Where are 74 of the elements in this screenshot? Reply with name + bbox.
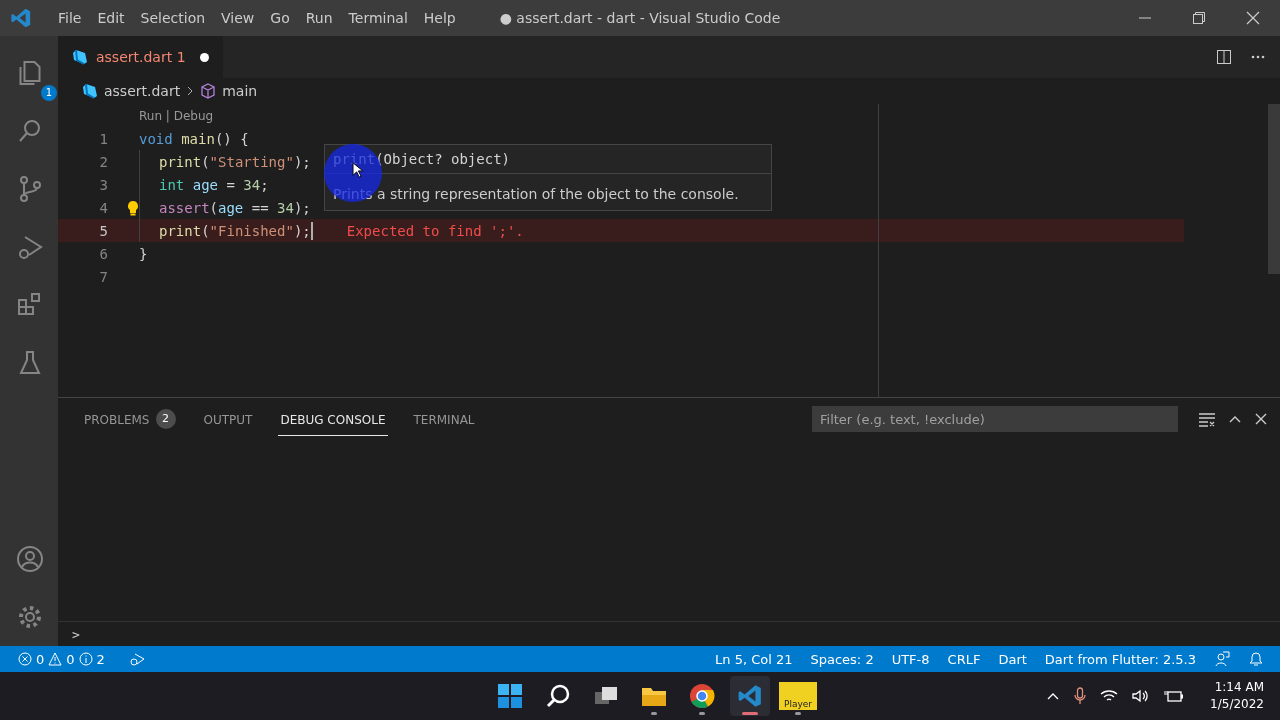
warning-icon [48,652,63,666]
panel-tab[interactable]: DEBUG CONSOLE [278,402,388,436]
close-icon[interactable] [1254,412,1268,426]
chevron-right-icon [186,85,195,97]
dart-icon [82,83,98,99]
bell-icon[interactable] [1248,651,1264,667]
microphone-icon[interactable] [1074,687,1087,705]
line-number: 3 [98,176,108,193]
code-line: print("Starting"); [159,153,311,170]
panel-tab[interactable]: TERMINAL [411,402,477,436]
breadcrumb-item[interactable]: main [222,83,258,99]
status-item[interactable]: Ln 5, Col 21 [715,651,793,667]
notification-badge: 1 [41,85,57,101]
code-line: assert(age == 34); [159,199,311,216]
count-badge: 2 [155,409,176,429]
menu-item[interactable]: Terminal [340,10,416,26]
browser-icon[interactable] [689,683,715,709]
code-line: } [139,245,148,262]
menu-item[interactable]: File [50,10,90,26]
app-logo-icon[interactable] [737,683,763,709]
line-number: 5 [98,222,108,239]
start-icon[interactable] [497,683,523,709]
editor-tab[interactable]: assert.dart 1 [58,36,223,78]
code-line: void main() { [139,130,249,147]
console-prompt[interactable]: > [72,626,80,642]
problems-status[interactable]: 0 0 2 [18,651,105,667]
battery-icon[interactable] [1164,689,1185,703]
menu-item[interactable]: Run [297,10,341,26]
chevron-up-icon[interactable] [1046,691,1061,701]
clock-time[interactable]: 1:14 AM [1214,679,1264,696]
line-number: 4 [98,199,108,216]
status-item[interactable]: UTF-8 [891,651,930,667]
line-number: 1 [98,130,108,147]
close-icon[interactable] [1246,11,1260,25]
debug-icon[interactable] [128,652,145,666]
info-icon [78,652,93,666]
window-title: ● assert.dart - dart - Visual Studio Code [499,10,781,26]
menu-item[interactable]: View [213,10,263,26]
menu-item[interactable]: Selection [132,10,214,26]
error-message: Expected to find ';'. [346,222,524,239]
line-number: 2 [98,153,108,170]
error-icon [18,652,32,666]
code-line: print("Finished"); [159,222,311,239]
breadcrumb-item[interactable]: assert.dart [104,83,181,99]
dart-icon [72,49,88,65]
line-number: 7 [98,268,108,285]
menu-item[interactable]: Go [262,10,298,26]
feedback-icon[interactable] [1214,651,1230,667]
lightbulb-icon[interactable] [127,199,139,216]
speaker-icon[interactable] [1132,689,1151,703]
player-app-icon[interactable]: Player [779,682,817,710]
menu-item[interactable]: Edit [89,10,133,26]
line-number: 6 [98,245,108,262]
restore-icon[interactable] [1192,11,1206,25]
clear-console-icon[interactable] [1198,411,1216,427]
codelens-link[interactable]: Run | Debug [139,108,214,123]
wifi-icon[interactable] [1100,689,1119,703]
cube-icon [200,83,217,99]
app-logo-icon [10,7,32,29]
clock-date[interactable]: 1/5/2022 [1210,696,1264,713]
status-item[interactable]: Dart from Flutter: 2.5.3 [1044,651,1196,667]
status-item[interactable]: Dart [998,651,1027,667]
filter-field[interactable]: Filter (e.g. text, !exclude) [812,406,1178,432]
account-icon[interactable] [15,544,45,574]
menu-item[interactable]: Help [415,10,464,26]
status-item[interactable]: Spaces: 2 [810,651,874,667]
unsaved-dot-icon [199,52,209,62]
search-icon[interactable] [545,683,571,709]
panel-tab[interactable]: OUTPUT [201,402,255,436]
panel-tab[interactable]: PROBLEMS [82,402,152,436]
code-line: int age = 34; [159,176,269,193]
status-item[interactable]: CRLF [947,651,981,667]
split-editor-icon[interactable] [1216,49,1232,65]
files-icon[interactable] [19,61,41,85]
